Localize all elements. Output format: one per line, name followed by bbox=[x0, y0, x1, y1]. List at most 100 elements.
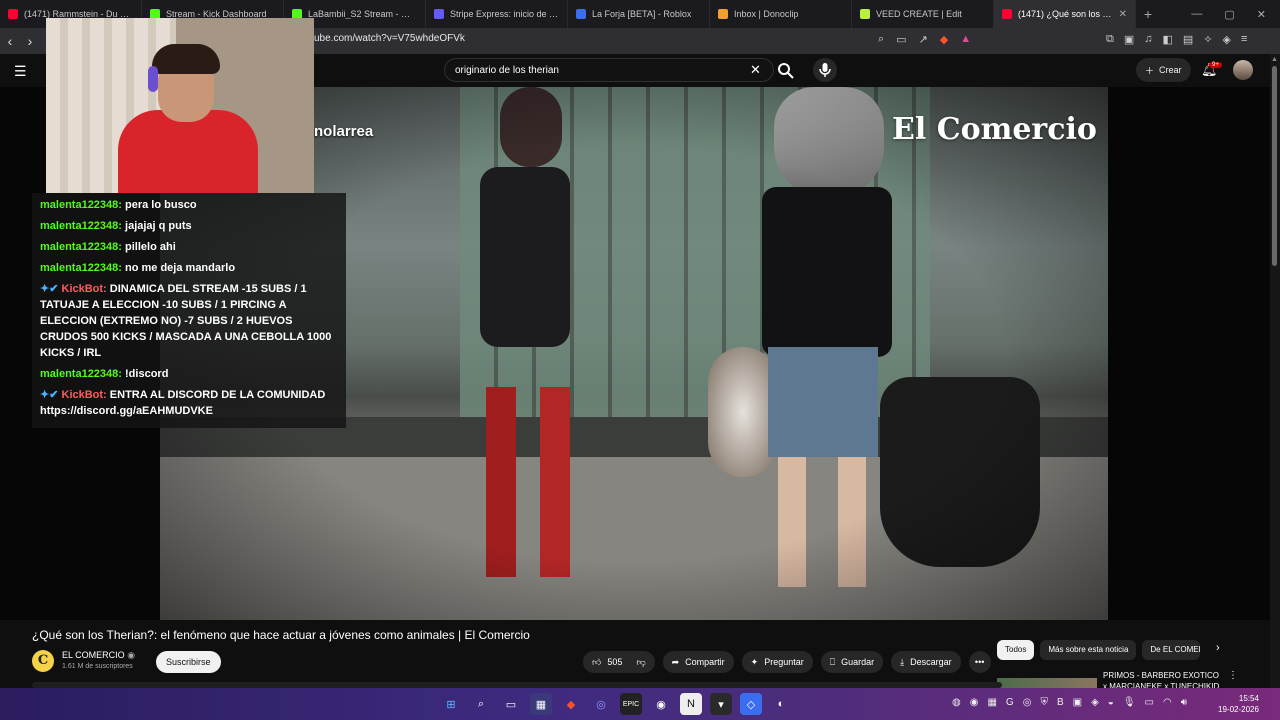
brave-shield-icon[interactable]: ◆ bbox=[940, 33, 948, 46]
discord-icon[interactable]: ◎ bbox=[590, 693, 612, 715]
battery-tray-icon[interactable]: ▭ bbox=[1145, 697, 1154, 708]
extensions-icon[interactable]: ⧉ bbox=[1106, 33, 1114, 46]
minimize-icon[interactable]: — bbox=[1191, 8, 1202, 21]
menu-icon[interactable]: ≡ bbox=[1241, 33, 1247, 46]
save-button[interactable]: ⎕ Guardar bbox=[820, 651, 884, 673]
channel-avatar[interactable]: C bbox=[32, 650, 54, 672]
shield-tray-icon[interactable]: ⛨ bbox=[1040, 697, 1048, 708]
more-actions-button[interactable]: ••• bbox=[968, 651, 991, 673]
chat-text: jajajaj q puts bbox=[125, 220, 192, 232]
browser-tab[interactable]: Stripe Express: inicio de sesión bbox=[426, 0, 568, 28]
chip-all[interactable]: Todos bbox=[997, 640, 1035, 660]
brave-icon[interactable]: ◆ bbox=[560, 693, 582, 715]
vpn-tray-icon[interactable]: ◒ bbox=[1108, 697, 1114, 708]
tab-label: (1471) ¿Qué son los Theri bbox=[1018, 9, 1113, 19]
browser-tab-active[interactable]: (1471) ¿Qué son los Theri ✕ bbox=[994, 0, 1136, 28]
search-taskbar-icon[interactable]: ⌕ bbox=[470, 693, 492, 715]
store-icon[interactable]: ▦ bbox=[530, 693, 552, 715]
subscriber-count: 1.61 M de suscriptores bbox=[62, 663, 133, 670]
ask-button[interactable]: ✦ Preguntar bbox=[741, 651, 813, 673]
leo-icon[interactable]: ✧ bbox=[1203, 33, 1212, 46]
browser-tab[interactable]: VEED CREATE | Edit bbox=[852, 0, 994, 28]
discord-tray-icon[interactable]: ◎ bbox=[1023, 697, 1032, 708]
rewards-icon[interactable]: ▲ bbox=[960, 33, 971, 46]
share-icon[interactable]: ↗ bbox=[919, 33, 928, 46]
clock-date: 19-02-2026 bbox=[1218, 705, 1259, 714]
media-tray-icon[interactable]: ▣ bbox=[1073, 697, 1082, 708]
page-scrollbar[interactable]: ▲ bbox=[1270, 54, 1280, 688]
subscribe-button[interactable]: Suscribirse bbox=[156, 651, 221, 673]
roblox-favicon-icon bbox=[576, 9, 586, 19]
windows-start-icon[interactable]: ⊞ bbox=[440, 693, 462, 715]
scrollbar-thumb[interactable] bbox=[1272, 66, 1277, 266]
steam-icon[interactable]: ◉ bbox=[650, 693, 672, 715]
taskbar-apps: ⊞ ⌕ ▭ ▦ ◆ ◎ EPIC ◉ N ▾ ◇ ◐ bbox=[440, 693, 792, 715]
scroll-up-icon[interactable]: ▲ bbox=[1271, 56, 1278, 63]
chat-username: malenta122348: bbox=[40, 368, 122, 380]
plus-icon: ＋ bbox=[1145, 65, 1155, 76]
save-label: Guardar bbox=[841, 657, 875, 667]
channel-name[interactable]: EL COMERCIO ◉ bbox=[62, 650, 135, 661]
task-view-icon[interactable]: ▭ bbox=[500, 693, 522, 715]
download-button[interactable]: ⤓ Descargar bbox=[891, 651, 961, 673]
cast-icon[interactable]: ▭ bbox=[896, 33, 906, 46]
account-avatar[interactable] bbox=[1233, 60, 1253, 80]
back-icon[interactable]: ‹ bbox=[0, 33, 20, 49]
notification-badge: 9+ bbox=[1209, 62, 1222, 68]
ellipsis-icon: ••• bbox=[974, 657, 985, 667]
forward-icon[interactable]: › bbox=[20, 33, 40, 49]
create-button[interactable]: ＋ Crear bbox=[1136, 58, 1191, 82]
like-button[interactable]: 👍︎ 505 👎︎ bbox=[583, 651, 655, 673]
tab-label: Stripe Express: inicio de sesión bbox=[450, 9, 559, 19]
obs-app-icon[interactable]: ▾ bbox=[710, 693, 732, 715]
steam-tray-icon[interactable]: ◉ bbox=[970, 697, 979, 708]
microphone-icon[interactable] bbox=[813, 58, 837, 82]
clear-search-icon[interactable]: ✕ bbox=[750, 62, 761, 78]
chip-from-channel[interactable]: De EL COMERCIO bbox=[1142, 640, 1201, 660]
close-tab-icon[interactable]: ✕ bbox=[1119, 9, 1127, 20]
bot-badge-icon: ✦✔ bbox=[40, 283, 59, 295]
vpn-icon[interactable]: ◈ bbox=[1223, 33, 1231, 46]
url-field[interactable]: ube.com/watch?v=V75whdeOFVk bbox=[314, 33, 465, 44]
browser-tab[interactable]: Inbox | Donoclip bbox=[710, 0, 852, 28]
chevron-right-icon[interactable]: › bbox=[1216, 642, 1220, 654]
bold-tray-icon[interactable]: B bbox=[1057, 697, 1064, 708]
share-button[interactable]: ➦ Compartir bbox=[662, 651, 734, 673]
notion-icon[interactable]: N bbox=[680, 693, 702, 715]
epic-games-icon[interactable]: EPIC bbox=[620, 693, 642, 715]
maximize-icon[interactable]: ▢ bbox=[1224, 8, 1234, 21]
recommendation-menu-icon[interactable]: ⋮ bbox=[1228, 670, 1238, 681]
el-comercio-watermark: El Comercio bbox=[892, 112, 1097, 147]
close-window-icon[interactable]: ✕ bbox=[1257, 8, 1266, 21]
stripe-favicon-icon bbox=[434, 9, 444, 19]
volume-tray-icon[interactable]: 🔊︎ bbox=[1181, 697, 1187, 708]
thumbs-down-icon[interactable]: 👎︎ bbox=[636, 657, 645, 668]
google-tray-icon[interactable]: G bbox=[1006, 697, 1014, 708]
chat-message: malenta122348: jajajaj q puts bbox=[40, 218, 338, 234]
mic-tray-icon[interactable]: 🎙︎ bbox=[1123, 697, 1136, 708]
obs-studio-icon[interactable]: ◐ bbox=[770, 693, 792, 715]
chat-message: malenta122348: no me deja mandarlo bbox=[40, 260, 338, 276]
wallet-icon[interactable]: ▤ bbox=[1183, 33, 1193, 46]
new-tab-icon[interactable]: + bbox=[1136, 6, 1160, 22]
system-clock[interactable]: 15:54 19-02-2026 bbox=[1218, 693, 1259, 715]
grid-tray-icon[interactable]: ▦ bbox=[987, 697, 996, 708]
verified-icon: ◉ bbox=[127, 650, 136, 660]
stream-chat: malenta122348: pera lo busco malenta1223… bbox=[32, 193, 346, 428]
screenshot-icon[interactable]: ▣ bbox=[1124, 33, 1134, 46]
browser-tab[interactable]: La Forja [BETA] - Roblox bbox=[568, 0, 710, 28]
tray-app-icon[interactable]: ◍ bbox=[952, 697, 961, 708]
zoom-icon[interactable]: ⌕ bbox=[878, 33, 884, 46]
network-tray-icon[interactable]: ◈ bbox=[1091, 697, 1099, 708]
roblox-icon[interactable]: ◇ bbox=[740, 693, 762, 715]
chip-more-about-story[interactable]: Más sobre esta noticia bbox=[1040, 640, 1137, 660]
wifi-tray-icon[interactable]: ◠ bbox=[1163, 697, 1172, 708]
taskbar: ⊞ ⌕ ▭ ▦ ◆ ◎ EPIC ◉ N ▾ ◇ ◐ ◍ ◉ ▦ G ◎ ⛨ B… bbox=[0, 688, 1280, 720]
chat-message: malenta122348: pera lo busco bbox=[40, 197, 338, 213]
search-icon[interactable] bbox=[776, 61, 796, 79]
media-icon[interactable]: ♫ bbox=[1144, 33, 1152, 46]
chat-username: malenta122348: bbox=[40, 199, 122, 211]
sidebar-icon[interactable]: ◧ bbox=[1163, 33, 1173, 46]
search-input[interactable]: originario de los therian bbox=[444, 58, 774, 82]
hamburger-menu-icon[interactable]: ☰ bbox=[14, 63, 27, 80]
